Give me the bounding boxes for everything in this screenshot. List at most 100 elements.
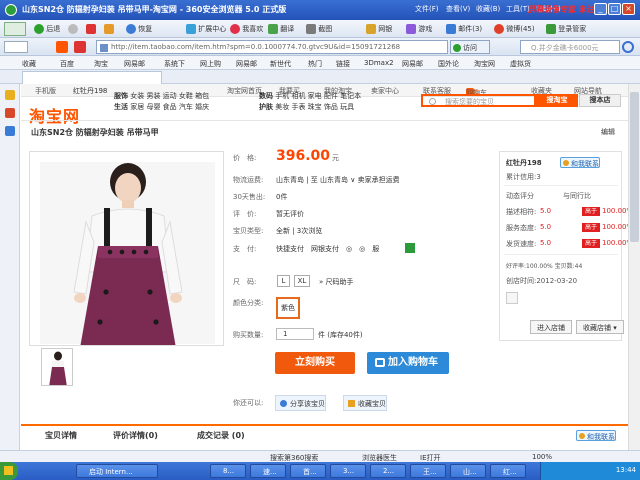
quantity-input[interactable]: 1: [276, 328, 314, 340]
edit-link[interactable]: 编辑: [601, 127, 615, 137]
fav-item[interactable]: 收藏: [22, 59, 36, 69]
shipping-value[interactable]: 山东青岛 | 至 山东青岛 ∨ 卖家承担运费: [276, 175, 400, 185]
fav-item[interactable]: 虚拟货: [510, 59, 531, 69]
taskbar-item[interactable]: 山...: [450, 464, 486, 478]
sidebar-history-icon[interactable]: [5, 126, 15, 136]
category-row[interactable]: 服饰 女装 男装 运动 女鞋 箱包: [114, 91, 209, 101]
zoom-level[interactable]: 100%: [532, 453, 552, 461]
product-main-image[interactable]: [29, 151, 224, 346]
size-option-l[interactable]: L: [277, 275, 290, 287]
fav-item[interactable]: 新世代: [270, 59, 291, 69]
scroll-thumb[interactable]: [630, 92, 639, 242]
title-bar: 山东SN2仓 防辐射孕妇装 吊带马甲-淘宝网 - 360安全浏览器 5.0 正式…: [0, 0, 640, 20]
vertical-scrollbar[interactable]: [628, 84, 640, 450]
category-row[interactable]: 护肤 美妆 手表 珠宝 饰品 玩具: [259, 102, 354, 112]
ext-center-button[interactable]: 扩展中心: [186, 24, 226, 34]
product-thumbnail[interactable]: [41, 348, 73, 386]
home-link[interactable]: 淘宝网首页: [227, 86, 262, 96]
fav-item[interactable]: 淘宝: [94, 59, 108, 69]
tab-product-details[interactable]: 宝贝详情: [45, 430, 77, 441]
fav-item[interactable]: 系统下: [164, 59, 185, 69]
go-button[interactable]: 访问: [450, 40, 490, 54]
main-toolbar: 后退 恢复 扩展中心 我喜欢 翻译 截图 网银 游戏 邮件(3) 微博(45) …: [0, 20, 640, 38]
tab-reviews[interactable]: 评价详情(0): [113, 430, 158, 441]
seller-center-link[interactable]: 卖家中心: [371, 86, 399, 96]
menu-view[interactable]: 查看(V): [446, 4, 470, 14]
fav-item[interactable]: 热门: [308, 59, 322, 69]
menu-tools[interactable]: 工具(T): [506, 4, 530, 14]
login-manager-button[interactable]: 登录管家: [546, 24, 586, 34]
category-row[interactable]: 生活 家居 母婴 食品 汽车 婚庆: [114, 102, 209, 112]
collect-button[interactable]: 收藏宝贝: [343, 395, 387, 411]
maximize-button[interactable]: □: [608, 3, 621, 15]
user-link[interactable]: 红牡丹198: [73, 86, 107, 96]
favorites-like-button[interactable]: 我喜欢: [230, 24, 263, 34]
stop-button[interactable]: [86, 24, 96, 34]
taskbar-item[interactable]: 首...: [290, 464, 326, 478]
color-option-purple[interactable]: 紫色: [276, 297, 300, 319]
netbank-button[interactable]: 网银: [366, 24, 392, 34]
fav-item[interactable]: 网上购: [200, 59, 221, 69]
enter-shop-button[interactable]: 进入店铺: [530, 320, 572, 334]
close-button[interactable]: ×: [622, 3, 635, 15]
wangwang-contact-button-bottom[interactable]: 和我联系: [576, 430, 616, 441]
size-option-xl[interactable]: XL: [294, 275, 310, 287]
fav-item[interactable]: 网易邮: [236, 59, 257, 69]
back-button[interactable]: 后退: [34, 24, 60, 34]
tab-transactions[interactable]: 成交记录 (0): [197, 430, 245, 441]
qr-code-icon[interactable]: [405, 243, 415, 253]
fav-item[interactable]: 百度: [60, 59, 74, 69]
taskbar-item[interactable]: 2...: [370, 464, 406, 478]
start-button[interactable]: [0, 462, 18, 480]
thumbnail-photo: [42, 349, 72, 385]
mail-button[interactable]: 邮件(3): [446, 24, 482, 34]
translate-button[interactable]: 翻译: [268, 24, 294, 34]
active-tab[interactable]: [22, 71, 162, 84]
fav-item[interactable]: 国外论: [438, 59, 459, 69]
address-input[interactable]: http://item.taobao.com/item.htm?spm=0.0.…: [96, 40, 448, 54]
taobao-logo[interactable]: 淘宝网: [29, 103, 80, 127]
forward-button[interactable]: [68, 24, 78, 34]
favorite-shop-button[interactable]: 收藏店铺 ▾: [576, 320, 624, 334]
fav-item[interactable]: 3Dmax2: [364, 59, 394, 67]
wangwang-contact-button[interactable]: 和我联系: [560, 157, 600, 168]
taskbar-item[interactable]: 3...: [330, 464, 366, 478]
buy-now-button[interactable]: 立刻购买: [275, 352, 355, 374]
fav-item[interactable]: 链接: [336, 59, 350, 69]
screenshot-button[interactable]: 截图: [306, 24, 332, 34]
restore-button[interactable]: 恢复: [126, 24, 152, 34]
category-row[interactable]: 数码 手机 相机 家电 配件 笔记本: [259, 91, 361, 101]
add-to-cart-button[interactable]: 加入购物车: [367, 352, 449, 374]
share-button[interactable]: 分享该宝贝: [275, 395, 326, 411]
shop-search-button[interactable]: 搜本店: [579, 94, 621, 107]
taskbar-item[interactable]: 8...: [210, 464, 246, 478]
sidebar-star-icon[interactable]: [5, 90, 15, 100]
window-title: 山东SN2仓 防辐射孕妇装 吊带马甲-淘宝网 - 360安全浏览器 5.0 正式…: [22, 5, 287, 14]
mobile-link[interactable]: 手机版: [35, 86, 56, 96]
taobao-search-button[interactable]: 搜淘宝: [536, 94, 578, 107]
menu-favorites[interactable]: 收藏(B): [476, 4, 500, 14]
tray-clock[interactable]: 13:44: [616, 466, 636, 474]
fav-item[interactable]: 网易邮: [402, 59, 423, 69]
taskbar-item[interactable]: 王...: [410, 464, 446, 478]
taskbar-item[interactable]: 启动 Intern...: [76, 464, 158, 478]
minimize-button[interactable]: _: [594, 3, 607, 15]
taobao-search-input[interactable]: 搜索您要的宝贝: [421, 94, 536, 107]
home-button[interactable]: [104, 24, 114, 34]
games-button[interactable]: 游戏: [406, 24, 432, 34]
fav-item[interactable]: 淘宝网: [474, 59, 495, 69]
search-icon[interactable]: [622, 41, 634, 53]
stop-icon: [86, 24, 96, 34]
browser-search-input[interactable]: Q.并夕金礁卡6000元: [520, 40, 620, 54]
close-tab-icon[interactable]: [74, 41, 86, 53]
fav-item[interactable]: 网易邮: [124, 59, 145, 69]
taskbar-item[interactable]: 红...: [490, 464, 526, 478]
weibo-button[interactable]: 微博(45): [494, 24, 535, 34]
seller-name[interactable]: 红牡丹198: [506, 158, 542, 168]
taskbar-item[interactable]: 速...: [250, 464, 286, 478]
detail-tabs: 宝贝详情 评价详情(0) 成交记录 (0) 和我联系: [21, 424, 628, 450]
tab-list-button[interactable]: [4, 41, 28, 53]
size-helper-link[interactable]: » 尺码助手: [319, 277, 354, 287]
sidebar-favorites-icon[interactable]: [5, 108, 15, 118]
menu-file[interactable]: 文件(F): [415, 4, 439, 14]
